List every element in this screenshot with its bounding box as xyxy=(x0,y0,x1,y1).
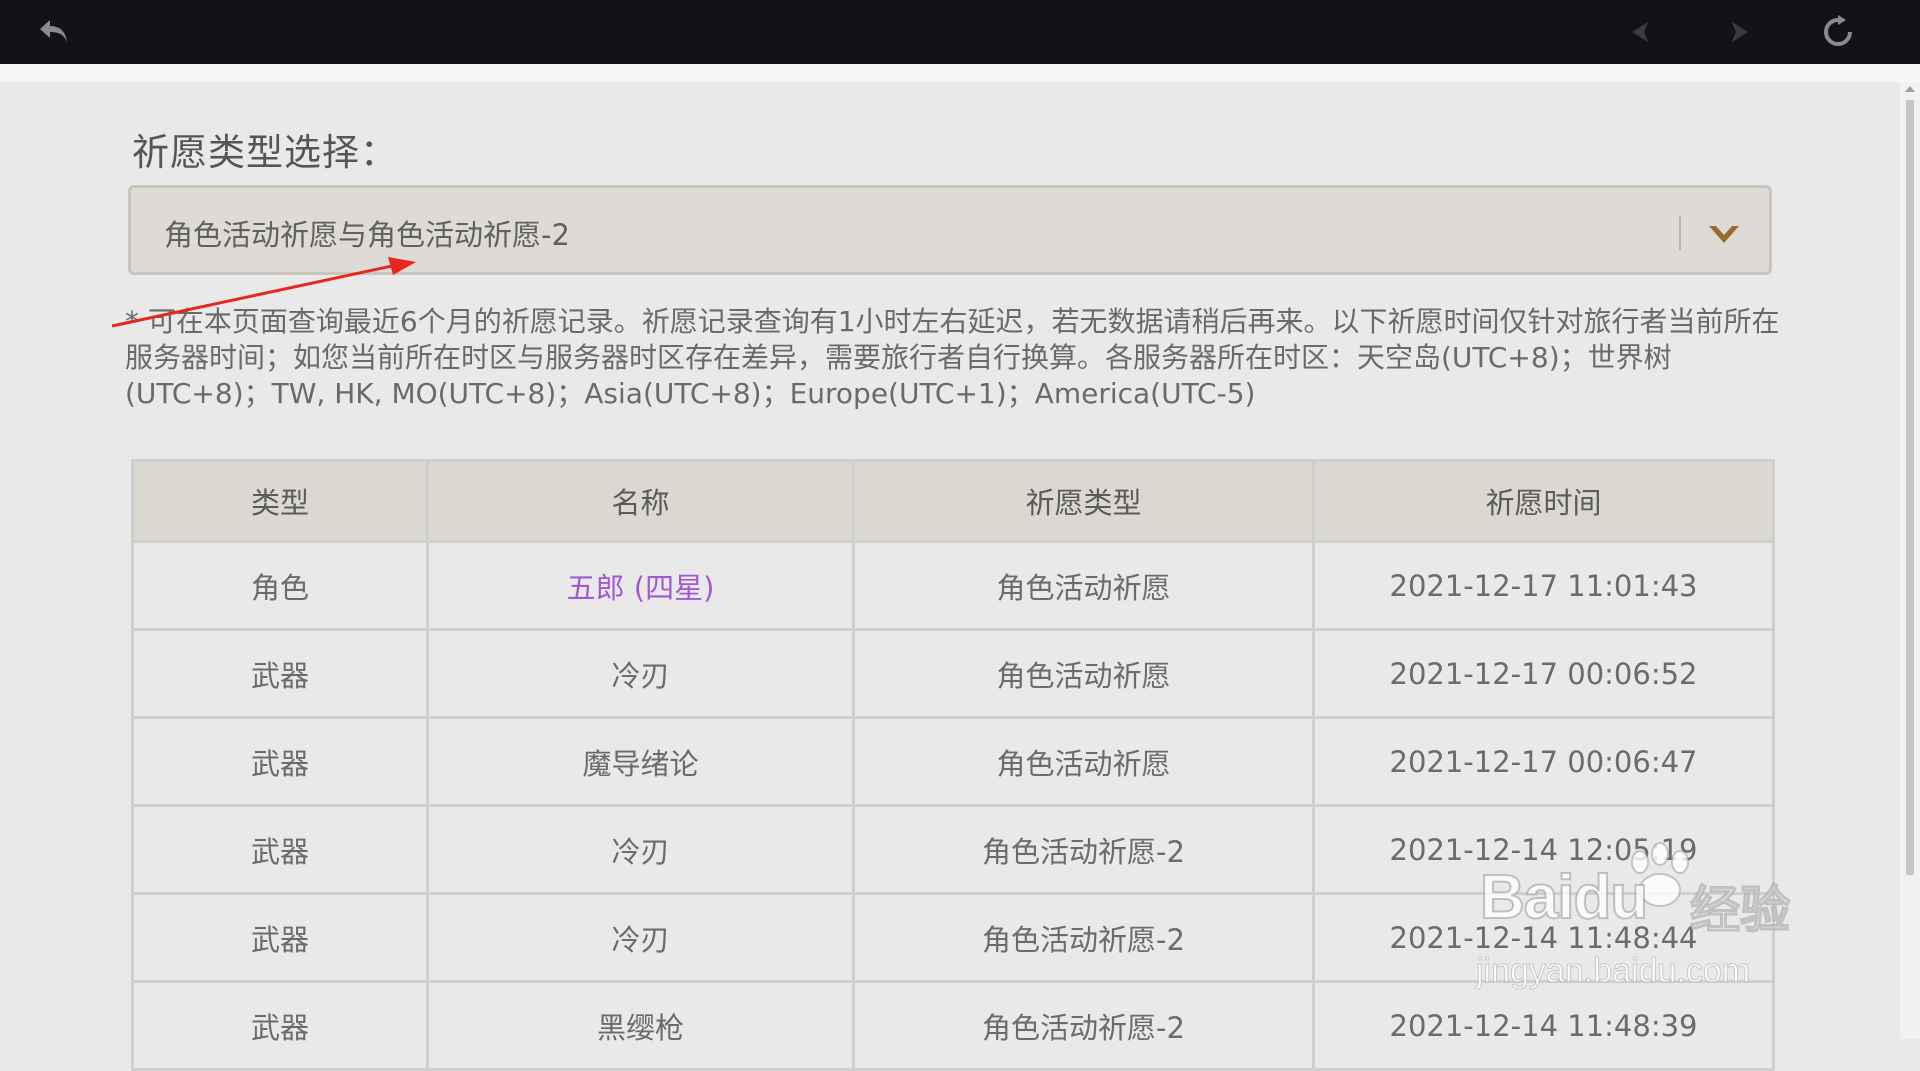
table-row: 武器 冷刃 角色活动祈愿 2021-12-17 00:06:52 xyxy=(131,628,1775,719)
header-wish-type: 祈愿类型 xyxy=(852,459,1315,543)
cell-type: 武器 xyxy=(131,892,429,983)
cell-wish-time: 2021-12-17 00:06:52 xyxy=(1312,628,1775,719)
wish-type-selected-value: 角色活动祈愿与角色活动祈愿-2 xyxy=(164,218,570,252)
vertical-scrollbar[interactable] xyxy=(1900,82,1920,1039)
scrollbar-thumb[interactable] xyxy=(1906,100,1914,875)
browser-toolbar xyxy=(0,0,1920,64)
left-arrow-icon xyxy=(1632,22,1648,42)
cell-wish-type: 角色活动祈愿-2 xyxy=(852,892,1315,983)
refresh-button[interactable] xyxy=(1818,12,1858,52)
table-row: 武器 黑缨枪 角色活动祈愿-2 2021-12-14 11:48:39 xyxy=(131,980,1775,1071)
notice-text: * 可在本页面查询最近6个月的祈愿记录。祈愿记录查询有1小时左右延迟，若无数据请… xyxy=(125,305,1780,410)
table-header-row: 类型 名称 祈愿类型 祈愿时间 xyxy=(131,459,1775,543)
cell-name: 冷刃 xyxy=(426,628,855,719)
cell-type: 武器 xyxy=(131,716,429,807)
cell-wish-type: 角色活动祈愿 xyxy=(852,540,1315,631)
cell-wish-time: 2021-12-17 11:01:43 xyxy=(1312,540,1775,631)
cell-wish-type: 角色活动祈愿-2 xyxy=(852,980,1315,1071)
cell-wish-time: 2021-12-17 00:06:47 xyxy=(1312,716,1775,807)
cell-name: 黑缨枪 xyxy=(426,980,855,1071)
top-strip xyxy=(0,64,1920,82)
table-row: 武器 魔导绪论 角色活动祈愿 2021-12-17 00:06:47 xyxy=(131,716,1775,807)
cell-name: 冷刃 xyxy=(426,804,855,895)
table-row: 武器 冷刃 角色活动祈愿-2 2021-12-14 11:48:44 xyxy=(131,892,1775,983)
right-arrow-icon xyxy=(1732,22,1748,42)
back-button[interactable] xyxy=(34,12,74,52)
cell-type: 武器 xyxy=(131,628,429,719)
header-name: 名称 xyxy=(426,459,855,543)
cell-name: 五郎 (四星) xyxy=(426,540,855,631)
cell-wish-type: 角色活动祈愿-2 xyxy=(852,804,1315,895)
table-row: 角色 五郎 (四星) 角色活动祈愿 2021-12-17 11:01:43 xyxy=(131,540,1775,631)
chevron-down-icon[interactable] xyxy=(1707,224,1741,246)
cell-type: 角色 xyxy=(131,540,429,631)
cell-type: 武器 xyxy=(131,804,429,895)
header-wish-time: 祈愿时间 xyxy=(1312,459,1775,543)
cell-type: 武器 xyxy=(131,980,429,1071)
cell-wish-time: 2021-12-14 12:05:19 xyxy=(1312,804,1775,895)
scroll-up-arrow-icon[interactable] xyxy=(1905,86,1915,92)
cell-wish-time: 2021-12-14 11:48:39 xyxy=(1312,980,1775,1071)
wish-type-select[interactable]: 角色活动祈愿与角色活动祈愿-2 xyxy=(128,185,1772,275)
wish-records-table: 类型 名称 祈愿类型 祈愿时间 角色 五郎 (四星) 角色活动祈愿 2021-1… xyxy=(131,459,1775,1071)
prev-button[interactable] xyxy=(1622,12,1662,52)
cell-wish-time: 2021-12-14 11:48:44 xyxy=(1312,892,1775,983)
select-divider xyxy=(1679,216,1681,250)
header-type: 类型 xyxy=(131,459,429,543)
next-button[interactable] xyxy=(1718,12,1758,52)
cell-wish-type: 角色活动祈愿 xyxy=(852,716,1315,807)
wish-type-label: 祈愿类型选择： xyxy=(132,131,398,174)
refresh-icon xyxy=(1824,15,1852,46)
undo-arrow-icon xyxy=(40,20,67,42)
table-row: 武器 冷刃 角色活动祈愿-2 2021-12-14 12:05:19 xyxy=(131,804,1775,895)
cell-wish-type: 角色活动祈愿 xyxy=(852,628,1315,719)
cell-name: 冷刃 xyxy=(426,892,855,983)
cell-name: 魔导绪论 xyxy=(426,716,855,807)
